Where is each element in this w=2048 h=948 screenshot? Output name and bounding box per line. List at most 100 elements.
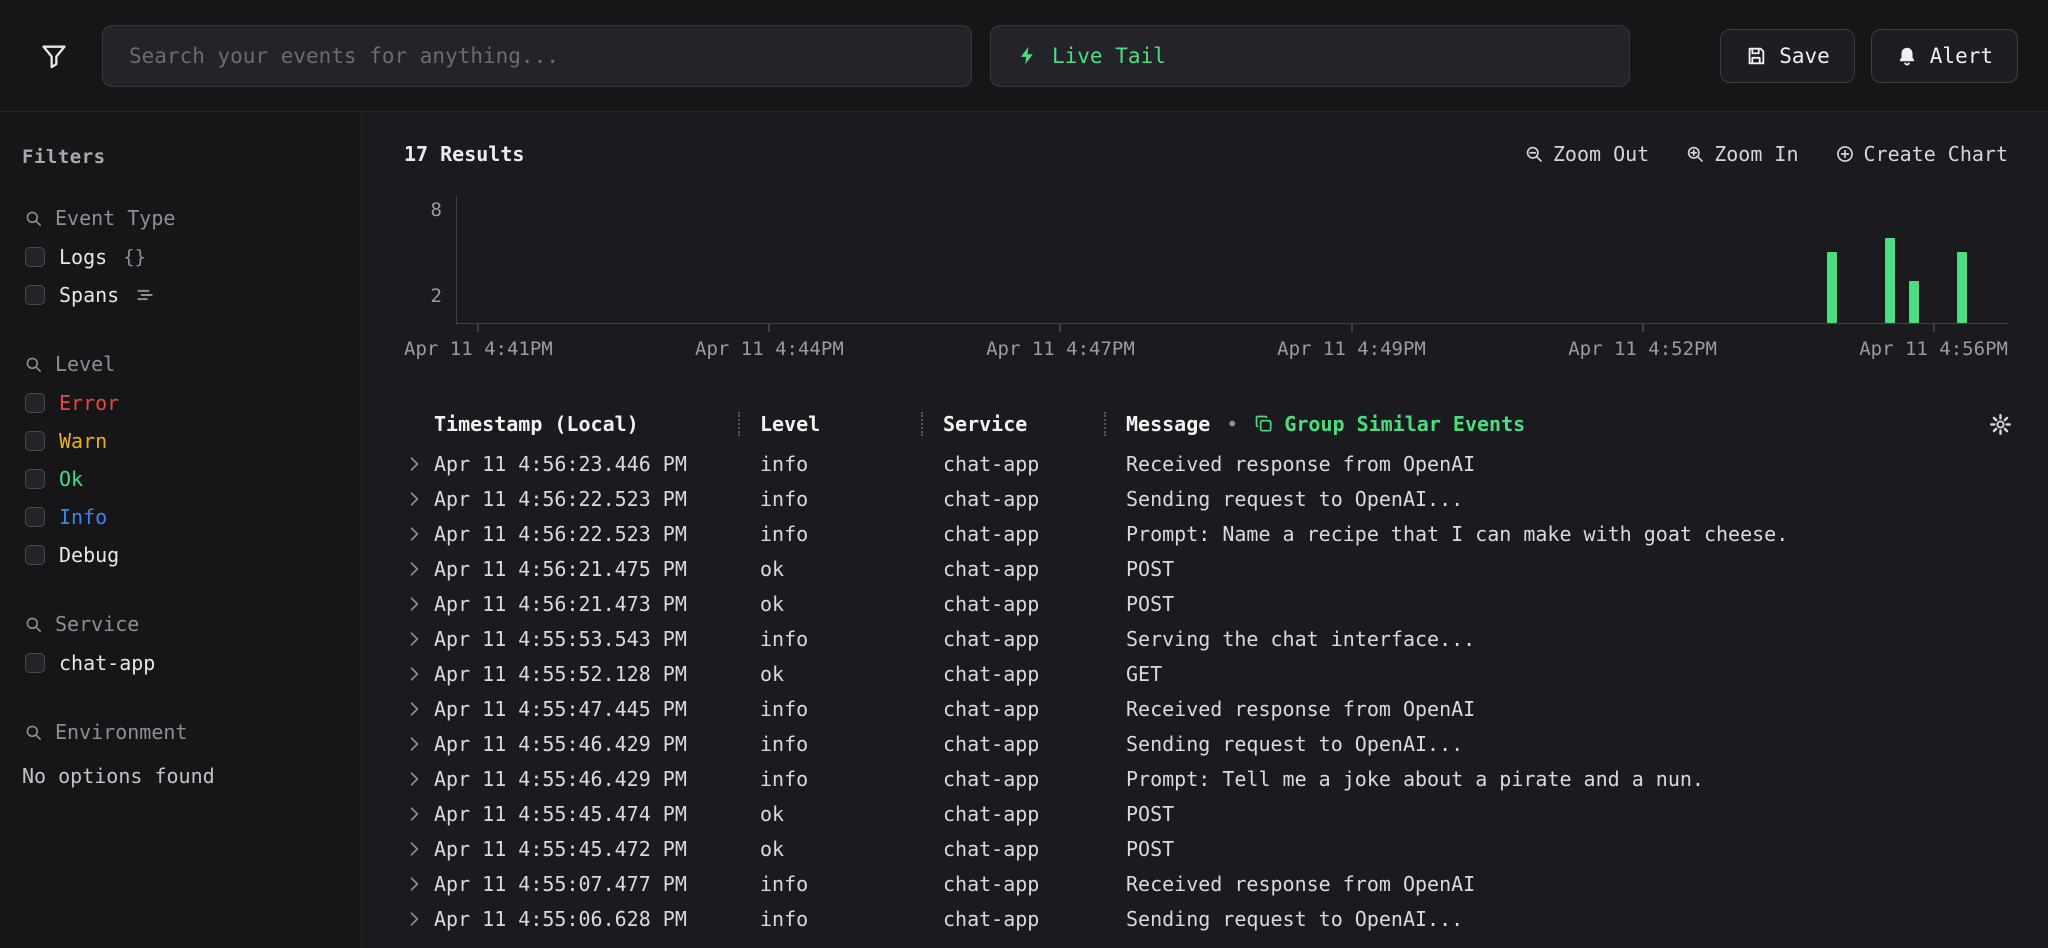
axis-tick-mark bbox=[1642, 324, 1644, 332]
filter-item-logs[interactable]: Logs{} bbox=[22, 238, 341, 276]
expand-row-button[interactable] bbox=[404, 629, 434, 649]
chart-y-axis: 28 bbox=[404, 196, 456, 324]
chevron-right-icon[interactable] bbox=[404, 489, 424, 509]
chevron-right-icon[interactable] bbox=[404, 734, 424, 754]
filter-funnel-button[interactable] bbox=[30, 32, 78, 80]
checkbox[interactable] bbox=[25, 545, 45, 565]
filter-item-warn[interactable]: Warn bbox=[22, 422, 341, 460]
col-header-level[interactable]: Level bbox=[738, 412, 921, 436]
table-row[interactable]: Apr 11 4:56:22.523 PMinfochat-appSending… bbox=[404, 481, 2012, 516]
chevron-right-icon[interactable] bbox=[404, 699, 424, 719]
checkbox[interactable] bbox=[25, 393, 45, 413]
checkbox[interactable] bbox=[25, 653, 45, 673]
chevron-right-icon[interactable] bbox=[404, 909, 424, 929]
chart-bar[interactable] bbox=[1909, 281, 1919, 323]
table-row[interactable]: Apr 11 4:55:47.445 PMinfochat-appReceive… bbox=[404, 691, 2012, 726]
cell-service: chat-app bbox=[921, 487, 1104, 511]
table-row[interactable]: Apr 11 4:55:46.429 PMinfochat-appPrompt:… bbox=[404, 761, 2012, 796]
alert-button[interactable]: Alert bbox=[1871, 29, 2018, 83]
table-row[interactable]: Apr 11 4:56:22.523 PMinfochat-appPrompt:… bbox=[404, 516, 2012, 551]
chevron-right-icon[interactable] bbox=[404, 874, 424, 894]
expand-row-button[interactable] bbox=[404, 664, 434, 684]
table-row[interactable]: Apr 11 4:55:45.472 PMokchat-appPOST bbox=[404, 831, 2012, 866]
chevron-right-icon[interactable] bbox=[404, 594, 424, 614]
col-header-timestamp[interactable]: Timestamp (Local) bbox=[434, 412, 738, 436]
events-table: Timestamp (Local) Level Service Message … bbox=[404, 402, 2012, 936]
expand-row-button[interactable] bbox=[404, 839, 434, 859]
column-separator[interactable] bbox=[738, 412, 740, 436]
expand-row-button[interactable] bbox=[404, 699, 434, 719]
sidebar-sections: Event Type Logs{}Spans Level ErrorWarnOkInf… bbox=[22, 206, 341, 788]
expand-row-button[interactable] bbox=[404, 874, 434, 894]
axis-tick-mark bbox=[768, 324, 770, 332]
zoom-in-button[interactable]: Zoom In bbox=[1685, 142, 1798, 166]
group-similar-events-link[interactable]: Group Similar Events bbox=[1254, 412, 1525, 436]
table-row[interactable]: Apr 11 4:55:07.477 PMinfochat-appReceive… bbox=[404, 866, 2012, 901]
chevron-right-icon[interactable] bbox=[404, 454, 424, 474]
expand-row-button[interactable] bbox=[404, 559, 434, 579]
table-header: Timestamp (Local) Level Service Message … bbox=[404, 402, 2012, 446]
filter-section-header-service[interactable]: Service bbox=[24, 612, 341, 636]
filter-item-spans[interactable]: Spans bbox=[22, 276, 341, 314]
expand-row-button[interactable] bbox=[404, 489, 434, 509]
checkbox[interactable] bbox=[25, 507, 45, 527]
x-axis-label: Apr 11 4:52PM bbox=[1568, 338, 1717, 360]
chevron-right-icon[interactable] bbox=[404, 769, 424, 789]
cell-message: GET bbox=[1104, 662, 1968, 686]
table-row[interactable]: Apr 11 4:55:46.429 PMinfochat-appSending… bbox=[404, 726, 2012, 761]
col-header-service[interactable]: Service bbox=[921, 412, 1104, 436]
chart-bar[interactable] bbox=[1885, 238, 1895, 323]
chart-bar[interactable] bbox=[1827, 252, 1837, 323]
create-chart-button[interactable]: Create Chart bbox=[1835, 142, 2009, 166]
search-input[interactable] bbox=[102, 25, 972, 87]
cell-timestamp: Apr 11 4:55:45.472 PM bbox=[434, 837, 738, 861]
chevron-right-icon[interactable] bbox=[404, 664, 424, 684]
expand-row-button[interactable] bbox=[404, 909, 434, 929]
chart-bar[interactable] bbox=[1957, 252, 1967, 323]
table-row[interactable]: Apr 11 4:55:06.628 PMinfochat-appSending… bbox=[404, 901, 2012, 936]
filter-item-chat-app[interactable]: chat-app bbox=[22, 644, 341, 682]
filter-item-info[interactable]: Info bbox=[22, 498, 341, 536]
chevron-right-icon[interactable] bbox=[404, 524, 424, 544]
checkbox[interactable] bbox=[25, 431, 45, 451]
filter-section-header-level[interactable]: Level bbox=[24, 352, 341, 376]
cell-message: Received response from OpenAI bbox=[1104, 872, 1968, 896]
expand-row-button[interactable] bbox=[404, 804, 434, 824]
expand-row-button[interactable] bbox=[404, 734, 434, 754]
filter-item-debug[interactable]: Debug bbox=[22, 536, 341, 574]
save-button[interactable]: Save bbox=[1720, 29, 1855, 83]
table-row[interactable]: Apr 11 4:56:21.475 PMokchat-appPOST bbox=[404, 551, 2012, 586]
table-row[interactable]: Apr 11 4:55:52.128 PMokchat-appGET bbox=[404, 656, 2012, 691]
checkbox[interactable] bbox=[25, 469, 45, 489]
chevron-right-icon[interactable] bbox=[404, 559, 424, 579]
column-separator[interactable] bbox=[921, 412, 923, 436]
chevron-right-icon[interactable] bbox=[404, 804, 424, 824]
expand-row-button[interactable] bbox=[404, 524, 434, 544]
checkbox[interactable] bbox=[25, 247, 45, 267]
table-row[interactable]: Apr 11 4:56:21.473 PMokchat-appPOST bbox=[404, 586, 2012, 621]
col-header-message-label[interactable]: Message bbox=[1126, 412, 1210, 436]
filter-section-header-environment[interactable]: Environment bbox=[24, 720, 341, 744]
axis-tick-mark bbox=[1351, 324, 1353, 332]
filter-section-label: Environment bbox=[55, 720, 187, 744]
cell-timestamp: Apr 11 4:55:53.543 PM bbox=[434, 627, 738, 651]
table-row[interactable]: Apr 11 4:55:45.474 PMokchat-appPOST bbox=[404, 796, 2012, 831]
table-settings-button[interactable] bbox=[1989, 413, 2012, 436]
cell-level: ok bbox=[738, 662, 921, 686]
content: Filters Event TypeLogs{}SpansLevelErrorW… bbox=[0, 112, 2048, 948]
live-tail-button[interactable]: Live Tail bbox=[990, 25, 1630, 87]
checkbox[interactable] bbox=[25, 285, 45, 305]
expand-row-button[interactable] bbox=[404, 594, 434, 614]
zoom-out-button[interactable]: Zoom Out bbox=[1524, 142, 1649, 166]
cell-message: POST bbox=[1104, 837, 1968, 861]
filter-section-header-event-type[interactable]: Event Type bbox=[24, 206, 341, 230]
chevron-right-icon[interactable] bbox=[404, 839, 424, 859]
chevron-right-icon[interactable] bbox=[404, 629, 424, 649]
expand-row-button[interactable] bbox=[404, 454, 434, 474]
table-row[interactable]: Apr 11 4:56:23.446 PMinfochat-appReceive… bbox=[404, 446, 2012, 481]
column-separator[interactable] bbox=[1104, 412, 1106, 436]
expand-row-button[interactable] bbox=[404, 769, 434, 789]
table-row[interactable]: Apr 11 4:55:53.543 PMinfochat-appServing… bbox=[404, 621, 2012, 656]
filter-item-error[interactable]: Error bbox=[22, 384, 341, 422]
filter-item-ok[interactable]: Ok bbox=[22, 460, 341, 498]
